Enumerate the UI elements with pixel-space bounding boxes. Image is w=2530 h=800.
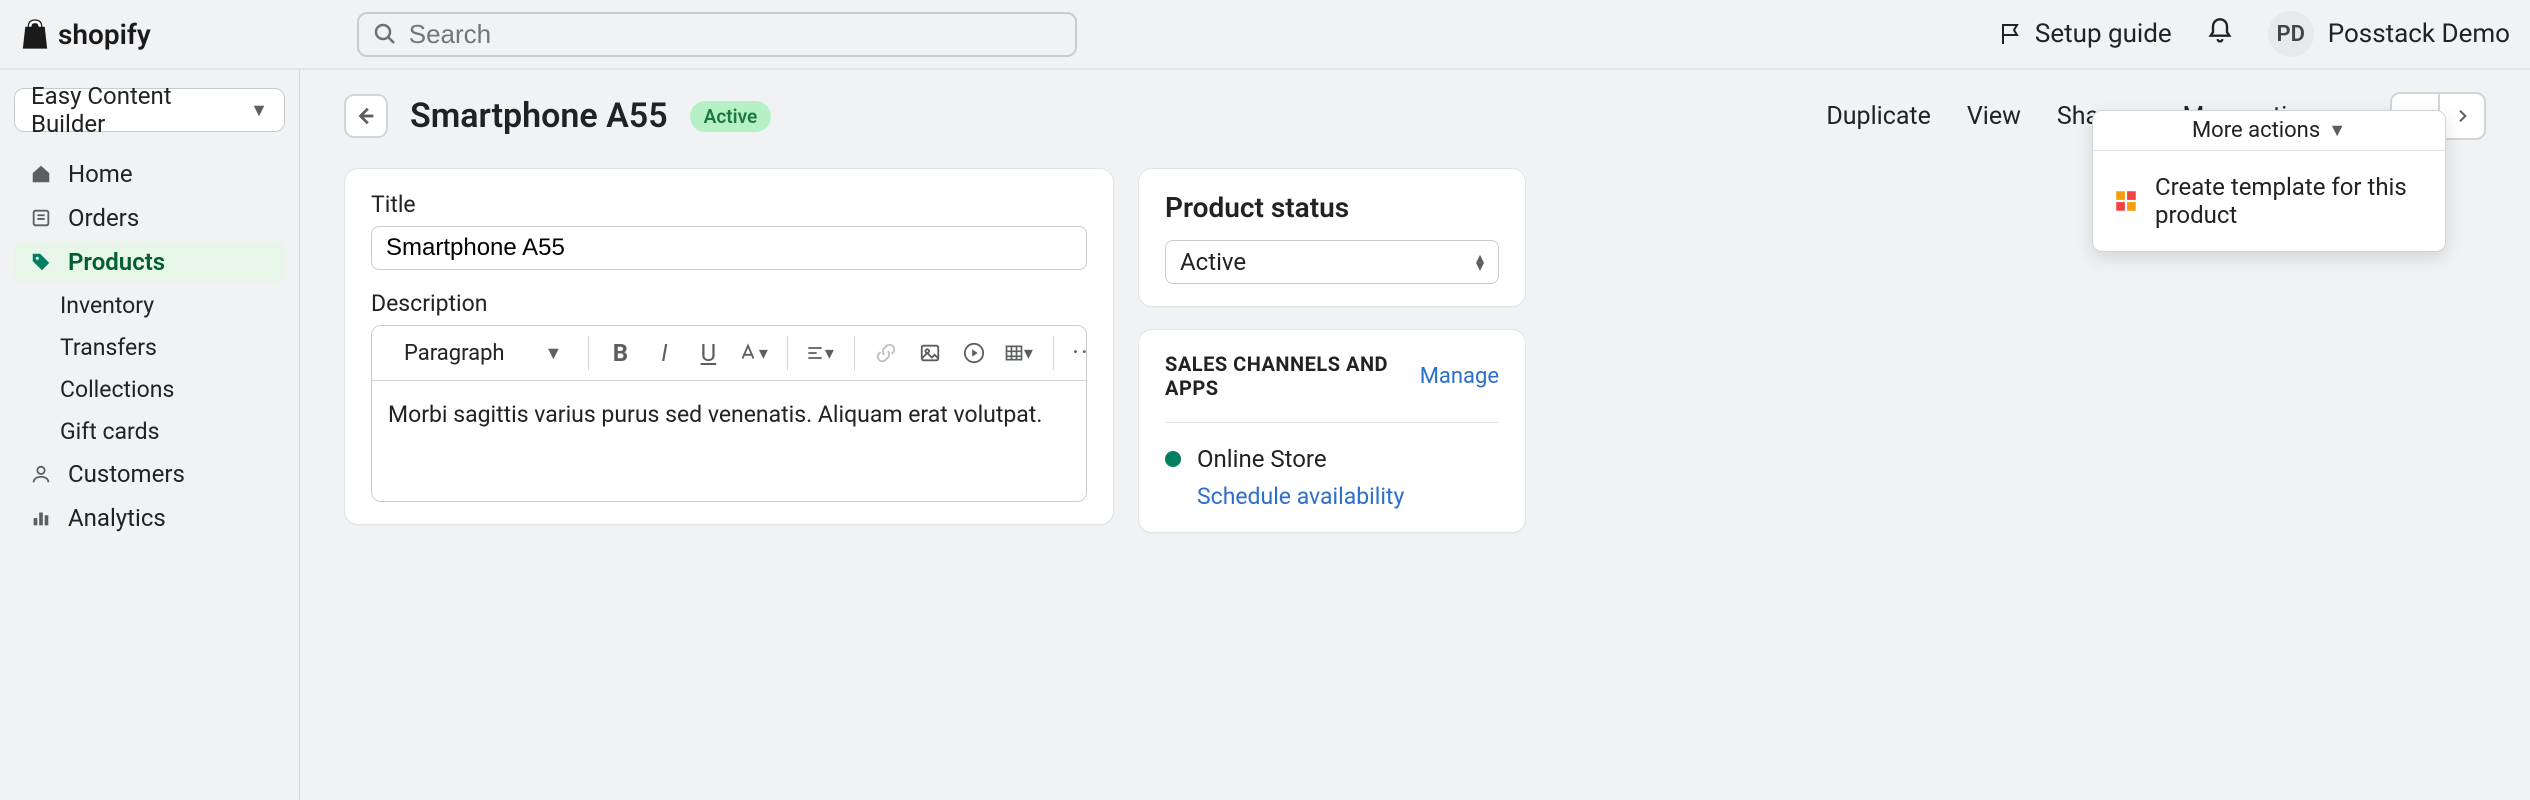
sidebar-sub-inventory[interactable]: Inventory (14, 286, 285, 324)
menu-item-label: Create template for this product (2155, 173, 2425, 229)
sales-channels-card: SALES CHANNELS AND APPS Manage Online St… (1138, 329, 1526, 533)
sidebar-item-home[interactable]: Home (14, 154, 285, 194)
underline-button[interactable]: U (691, 336, 725, 370)
title-description-card: Title Description Paragraph ▼ (344, 168, 1114, 525)
chevron-down-icon: ▼ (545, 343, 563, 364)
image-button[interactable] (913, 336, 947, 370)
app-selector-label: Easy Content Builder (31, 82, 250, 138)
sidebar: Easy Content Builder ▼ Home Orders P (0, 70, 300, 800)
chevron-down-icon: ▾ (1024, 343, 1033, 364)
chevron-down-icon: ▼ (2328, 120, 2346, 141)
search-icon (373, 22, 397, 46)
orders-icon (28, 207, 54, 229)
status-dot-icon (1165, 451, 1181, 467)
chevron-down-icon: ▾ (825, 343, 834, 364)
editor-toolbar: Paragraph ▼ B I U (372, 326, 1086, 381)
video-button[interactable] (957, 336, 991, 370)
setup-guide-link[interactable]: Setup guide (1999, 19, 2172, 49)
text-color-button[interactable]: ▾ (735, 336, 769, 370)
more-formatting-button[interactable]: ··· (1068, 336, 1087, 370)
search-input[interactable] (409, 19, 1061, 50)
duplicate-action[interactable]: Duplicate (1826, 102, 1931, 131)
italic-button[interactable]: I (647, 336, 681, 370)
flag-icon (1999, 22, 2023, 46)
notifications-icon[interactable] (2206, 17, 2234, 51)
avatar: PD (2268, 11, 2314, 57)
sidebar-item-customers[interactable]: Customers (14, 454, 285, 494)
template-icon (2113, 188, 2139, 214)
page-title: Smartphone A55 (410, 96, 668, 136)
sidebar-item-label: Analytics (68, 504, 166, 532)
status-badge: Active (690, 101, 772, 132)
chevron-down-icon: ▾ (759, 343, 768, 364)
user-menu[interactable]: PD Posstack Demo (2268, 11, 2510, 57)
sidebar-item-products[interactable]: Products (14, 242, 285, 282)
arrow-left-icon (355, 105, 377, 127)
sidebar-item-analytics[interactable]: Analytics (14, 498, 285, 538)
product-title-input[interactable] (371, 226, 1087, 270)
paragraph-style-select[interactable]: Paragraph ▼ (396, 335, 570, 372)
channel-name: Online Store (1197, 445, 1327, 473)
view-action[interactable]: View (1967, 102, 2021, 131)
sidebar-item-label: Customers (68, 460, 185, 488)
link-button[interactable] (869, 336, 903, 370)
title-label: Title (371, 191, 1087, 218)
app-selector[interactable]: Easy Content Builder ▼ (14, 88, 285, 132)
shopify-bag-icon (20, 17, 50, 51)
sidebar-sub-collections[interactable]: Collections (14, 370, 285, 408)
paragraph-style-label: Paragraph (404, 341, 505, 366)
back-button[interactable] (344, 94, 388, 138)
product-status-heading: Product status (1165, 191, 1499, 224)
table-button[interactable]: ▾ (1001, 336, 1035, 370)
product-status-card: Product status Active ▴▾ (1138, 168, 1526, 307)
chevron-right-icon (2454, 108, 2470, 124)
global-search[interactable] (357, 12, 1077, 57)
analytics-icon (28, 507, 54, 529)
brand-logo[interactable]: shopify (20, 17, 151, 51)
sidebar-item-label: Products (68, 248, 165, 276)
align-button[interactable]: ▾ (802, 336, 836, 370)
dropdown-header[interactable]: More actions ▼ (2093, 111, 2445, 151)
brand-name: shopify (58, 18, 151, 51)
description-editor[interactable]: Morbi sagittis varius purus sed venenati… (372, 381, 1086, 501)
product-status-value: Active (1180, 248, 1246, 276)
setup-guide-label: Setup guide (2035, 19, 2172, 49)
more-actions-dropdown: More actions ▼ Create template for this … (2092, 110, 2446, 252)
dropdown-header-label: More actions (2192, 118, 2320, 143)
bold-button[interactable]: B (603, 336, 637, 370)
channels-heading: SALES CHANNELS AND APPS (1165, 352, 1420, 400)
home-icon (28, 163, 54, 185)
sidebar-sub-giftcards[interactable]: Gift cards (14, 412, 285, 450)
schedule-availability-link[interactable]: Schedule availability (1197, 483, 1499, 510)
select-arrows-icon: ▴▾ (1476, 254, 1484, 270)
user-name: Posstack Demo (2328, 19, 2510, 49)
description-label: Description (371, 290, 1087, 317)
sidebar-item-orders[interactable]: Orders (14, 198, 285, 238)
sidebar-item-label: Home (68, 160, 133, 188)
sidebar-sub-transfers[interactable]: Transfers (14, 328, 285, 366)
divider (1165, 422, 1499, 423)
products-icon (28, 251, 54, 273)
customers-icon (28, 463, 54, 485)
chevron-down-icon: ▼ (250, 100, 268, 121)
sidebar-item-label: Orders (68, 204, 139, 232)
product-status-select[interactable]: Active ▴▾ (1165, 240, 1499, 284)
manage-channels-link[interactable]: Manage (1420, 364, 1499, 389)
menu-create-template[interactable]: Create template for this product (2093, 151, 2445, 251)
